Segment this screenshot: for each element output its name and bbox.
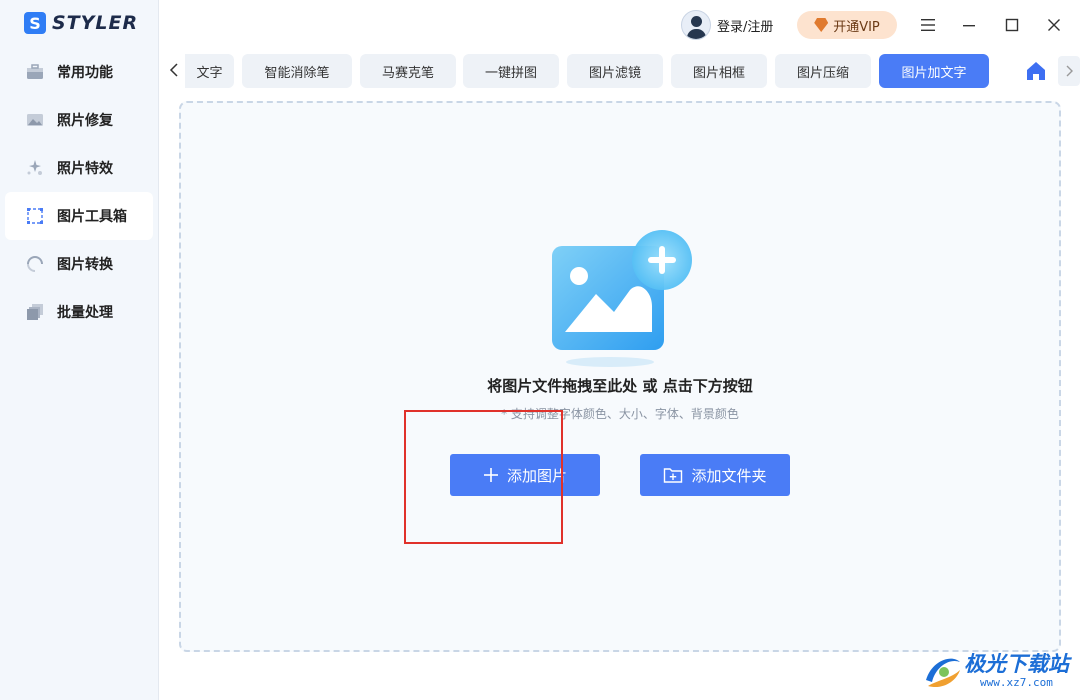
vip-label: 开通VIP [833, 19, 880, 35]
sidebar-item-label: 图片工具箱 [57, 209, 127, 225]
tab-frames[interactable]: 图片相框 [671, 54, 767, 88]
chevron-left-icon [169, 63, 178, 77]
highlight-annotation-box [404, 410, 563, 544]
watermark-logo-icon [926, 658, 960, 688]
sidebar-item-photo-effects[interactable]: 照片特效 [0, 144, 159, 192]
diamond-icon [814, 18, 829, 32]
tool-tabs: 文字 智能消除笔 马赛克笔 一键拼图 图片滤镜 图片相框 图片压缩 图片加文字 [159, 54, 1080, 88]
tabs-scroll-right-button[interactable] [1058, 56, 1080, 86]
maximize-icon [1005, 18, 1019, 32]
add-folder-button[interactable]: 添加文件夹 [640, 454, 790, 496]
tab-label: 图片滤镜 [588, 65, 641, 81]
watermark-text: 极光下载站 [964, 652, 1069, 676]
chevron-right-icon [1066, 65, 1073, 77]
sidebar-item-image-toolbox[interactable]: 图片工具箱 [5, 192, 153, 240]
tab-text[interactable]: 文字 [185, 54, 234, 88]
tab-mosaic-pen[interactable]: 马赛克笔 [360, 54, 456, 88]
menu-button[interactable] [916, 13, 940, 37]
sidebar-item-label: 常用功能 [57, 65, 113, 81]
tab-compress[interactable]: 图片压缩 [775, 54, 871, 88]
watermark: 极光下载站 www.xz7.com [922, 646, 1074, 696]
watermark-url: www.xz7.com [980, 676, 1053, 689]
minimize-icon [963, 25, 975, 27]
sidebar: S STYLER 常用功能 照片修复 照片特效 图片工具箱 图片转换 批量处理 [0, 0, 159, 700]
add-folder-label: 添加文件夹 [691, 466, 767, 485]
tab-smart-eraser[interactable]: 智能消除笔 [242, 54, 352, 88]
tabs-scroll-left-button[interactable] [165, 60, 183, 80]
sidebar-item-label: 照片特效 [57, 161, 113, 177]
tab-label: 一键拼图 [484, 65, 537, 81]
add-image-illustration-icon [552, 230, 692, 367]
tab-filters[interactable]: 图片滤镜 [567, 54, 663, 88]
close-button[interactable] [1042, 13, 1066, 37]
home-icon[interactable] [1025, 60, 1047, 82]
tab-label: 马赛克笔 [381, 65, 434, 81]
photo-repair-icon [27, 114, 43, 126]
sidebar-item-photo-repair[interactable]: 照片修复 [0, 96, 159, 144]
avatar [681, 10, 711, 40]
toolbox-icon [27, 64, 43, 79]
sparkle-effects-icon [27, 160, 42, 175]
maximize-button[interactable] [1000, 13, 1024, 37]
app-name: STYLER [52, 12, 139, 34]
minimize-button[interactable] [957, 13, 981, 37]
convert-icon [27, 256, 43, 272]
sidebar-item-label: 图片转换 [57, 257, 113, 273]
drop-zone-title: 将图片文件拖拽至此处 或 点击下方按钮 [487, 377, 753, 395]
logo-icon: S [24, 12, 46, 34]
folder-plus-icon [664, 468, 683, 483]
tab-collage[interactable]: 一键拼图 [463, 54, 559, 88]
drop-zone-subtitle: * 支持调整字体颜色、大小、字体、背景颜色 [501, 407, 739, 421]
sidebar-nav: 常用功能 照片修复 照片特效 图片工具箱 图片转换 批量处理 [0, 48, 159, 336]
sidebar-item-batch[interactable]: 批量处理 [0, 288, 159, 336]
sidebar-item-image-convert[interactable]: 图片转换 [0, 240, 159, 288]
sidebar-item-label: 批量处理 [57, 305, 113, 321]
login-button[interactable]: 登录/注册 [681, 10, 773, 40]
crop-frame-icon [27, 208, 43, 224]
close-icon [1048, 19, 1060, 31]
vip-button[interactable]: 开通VIP [797, 11, 897, 39]
login-label: 登录/注册 [717, 19, 774, 35]
tab-label: 图片压缩 [796, 65, 849, 81]
batch-icon [27, 304, 43, 320]
app-logo: S STYLER [24, 12, 138, 34]
title-bar: 登录/注册 开通VIP [159, 0, 1080, 50]
tab-label: 图片相框 [692, 65, 745, 81]
sidebar-item-label: 照片修复 [57, 113, 113, 129]
tab-add-text[interactable]: 图片加文字 [879, 54, 989, 88]
tab-label: 文字 [196, 65, 223, 81]
sidebar-item-common[interactable]: 常用功能 [0, 48, 159, 96]
tab-label: 图片加文字 [901, 65, 967, 81]
drop-zone[interactable]: 将图片文件拖拽至此处 或 点击下方按钮 * 支持调整字体颜色、大小、字体、背景颜… [179, 101, 1061, 652]
hamburger-icon [921, 19, 935, 31]
tab-label: 智能消除笔 [264, 65, 330, 81]
